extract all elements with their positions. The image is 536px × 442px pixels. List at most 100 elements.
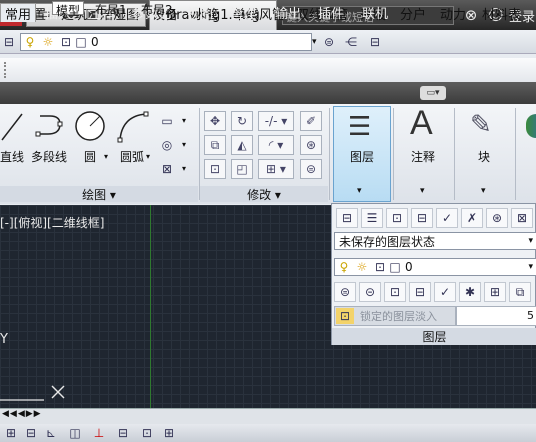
tab-layout2[interactable]: 布局2: [138, 1, 176, 17]
layer-walk-icon[interactable]: ⊛: [486, 208, 508, 228]
erase-icon[interactable]: ✐: [300, 111, 322, 131]
rotate-icon[interactable]: ↻: [231, 111, 253, 131]
trim-icon[interactable]: -/- ▾: [258, 111, 294, 131]
block-label[interactable]: 块: [478, 148, 490, 165]
make-current-icon[interactable]: ⊜: [320, 33, 338, 51]
layer-change-icon[interactable]: ⊝: [359, 282, 381, 302]
rectangle-icon[interactable]: ▭: [158, 112, 176, 130]
dyn-icon[interactable]: ⊞: [160, 424, 178, 442]
layout-tab-bar: [0, 408, 536, 424]
tab-manage[interactable]: 管理: [226, 3, 260, 22]
layers-panel-footer: 图层: [332, 328, 536, 345]
bulb-icon: ♀: [339, 260, 349, 274]
layer-isolate-icon[interactable]: ⊡: [386, 208, 408, 228]
layer-previous-icon[interactable]: ⊟: [366, 33, 384, 51]
mirror-icon[interactable]: ◭: [231, 135, 253, 155]
tab-online[interactable]: 联机: [358, 3, 392, 22]
lock-icon: ⊡: [60, 35, 72, 49]
ortho-icon[interactable]: ⊾: [42, 424, 60, 442]
offset-icon[interactable]: ⊜: [300, 159, 322, 179]
tab-layout1[interactable]: 布局1: [92, 1, 130, 17]
stretch-icon[interactable]: ⊡: [204, 159, 226, 179]
ribbon-tab-bar: [0, 82, 536, 104]
circle-dropdown-icon[interactable]: ▾: [104, 152, 108, 161]
polar-icon[interactable]: ◫: [66, 424, 84, 442]
panel-layer-dropdown[interactable]: ♀ ☼ ⊡ □ 0 ▾: [334, 258, 536, 276]
layer-on-icon[interactable]: ✓: [434, 282, 456, 302]
group-divider: [329, 108, 330, 200]
snap-icon[interactable]: ⊞: [2, 424, 20, 442]
circle-label[interactable]: 圆: [84, 148, 96, 165]
grid-axis-line: [150, 205, 151, 408]
hatch-dropdown-icon[interactable]: ▾: [182, 140, 186, 149]
layer-state-dropdown[interactable]: 未保存的图层状态 ▾: [334, 232, 536, 250]
hatch-boundary-icon[interactable]: ⊠: [158, 160, 176, 178]
tab-home[interactable]: 常用: [0, 3, 37, 23]
layer-thaw-icon[interactable]: ✱: [459, 282, 481, 302]
tab-plugins[interactable]: 插件: [314, 3, 348, 22]
layer-match-icon[interactable]: ⊜: [334, 282, 356, 302]
tab-model[interactable]: 模型: [52, 1, 85, 18]
line-icon[interactable]: [0, 110, 26, 142]
arc-dropdown-icon[interactable]: ▾: [146, 152, 150, 161]
line-label[interactable]: 直线: [0, 148, 24, 165]
hatch-icon[interactable]: ◎: [158, 136, 176, 154]
ducs-icon[interactable]: ⊡: [138, 424, 156, 442]
layout-nav-arrows-icon[interactable]: ◀◀◀▶▶: [2, 409, 42, 419]
color-swatch-icon: □: [75, 35, 87, 49]
circle-icon[interactable]: [74, 110, 108, 144]
sun-icon: ☼: [42, 35, 54, 49]
layers-dropdown-icon: ▾: [357, 186, 362, 196]
osnap-icon[interactable]: ⊥: [90, 424, 108, 442]
sun-icon: ☼: [356, 260, 368, 274]
tab-output[interactable]: 输出: [271, 3, 305, 22]
layer-match-icon[interactable]: ⋲: [342, 33, 360, 51]
viewport-controls[interactable]: [-][俯视][二维线框]: [0, 214, 104, 231]
otrack-icon[interactable]: ⊟: [114, 424, 132, 442]
scale-icon[interactable]: ◰: [231, 159, 253, 179]
draw-group-label[interactable]: 绘图 ▾: [0, 186, 198, 202]
polyline-icon[interactable]: [34, 110, 68, 142]
properties-icon[interactable]: [526, 114, 536, 138]
tab-view[interactable]: 视图: [183, 3, 217, 22]
grip-handle[interactable]: [4, 62, 10, 78]
explode-icon[interactable]: ⊛: [300, 135, 322, 155]
block-icon[interactable]: ✎: [470, 110, 492, 140]
layer-merge-icon[interactable]: ⊞: [484, 282, 506, 302]
annotate-dropdown-icon[interactable]: ▾: [420, 186, 425, 196]
color-swatch-icon: □: [389, 260, 401, 274]
arc-icon[interactable]: [116, 110, 150, 144]
menu-item-power[interactable]: 动力: [440, 4, 466, 23]
layer-lock-icon[interactable]: ⊡: [384, 282, 406, 302]
layers-panel: ⊟ ☰ ⊡ ⊟ ✓ ✗ ⊛ ⊠ 未保存的图层状态 ▾ ♀ ☼ ⊡ □ 0 ▾ ⊜…: [331, 203, 536, 345]
fillet-icon[interactable]: ◜ ▾: [258, 135, 294, 155]
modify-group-label[interactable]: 修改 ▾: [200, 186, 328, 202]
layer-copy-icon[interactable]: ⧉: [509, 282, 531, 302]
grid-icon[interactable]: ⊟: [22, 424, 40, 442]
lock-fade-control[interactable]: ⊡ 锁定的图层淡入: [334, 306, 456, 326]
annotate-label[interactable]: 注释: [411, 148, 435, 165]
layer-unisolate-icon[interactable]: ⊟: [411, 208, 433, 228]
rect-dropdown-icon[interactable]: ▾: [182, 116, 186, 125]
layer-delete-icon[interactable]: ⊠: [511, 208, 533, 228]
layer-freeze-icon[interactable]: ✓: [436, 208, 458, 228]
menu-item-materials[interactable]: 材料表: [482, 4, 521, 23]
layer-name-value: 0: [91, 35, 99, 49]
layer-dropdown[interactable]: ♀ ☼ ⊡ □ 0: [20, 33, 312, 51]
ribbon-options-icon[interactable]: ▭▾: [420, 86, 446, 100]
layer-manager-icon[interactable]: ⊟: [0, 33, 18, 51]
text-icon[interactable]: A: [410, 104, 433, 143]
layer-properties-icon[interactable]: ⊟: [336, 208, 358, 228]
menu-item-household[interactable]: 分户: [400, 4, 426, 23]
move-icon[interactable]: ✥: [204, 111, 226, 131]
layer-off-icon[interactable]: ✗: [461, 208, 483, 228]
block-dropdown-icon[interactable]: ▾: [481, 186, 486, 196]
copy-icon[interactable]: ⧉: [204, 135, 226, 155]
layer-state-icon[interactable]: ☰: [361, 208, 383, 228]
array-icon[interactable]: ⊞ ▾: [258, 159, 294, 179]
lock-fade-value[interactable]: 5: [456, 306, 536, 326]
hatch2-dropdown-icon[interactable]: ▾: [182, 164, 186, 173]
polyline-label[interactable]: 多段线: [31, 148, 67, 165]
arc-label[interactable]: 圆弧: [120, 148, 144, 165]
layer-unlock-icon[interactable]: ⊟: [409, 282, 431, 302]
